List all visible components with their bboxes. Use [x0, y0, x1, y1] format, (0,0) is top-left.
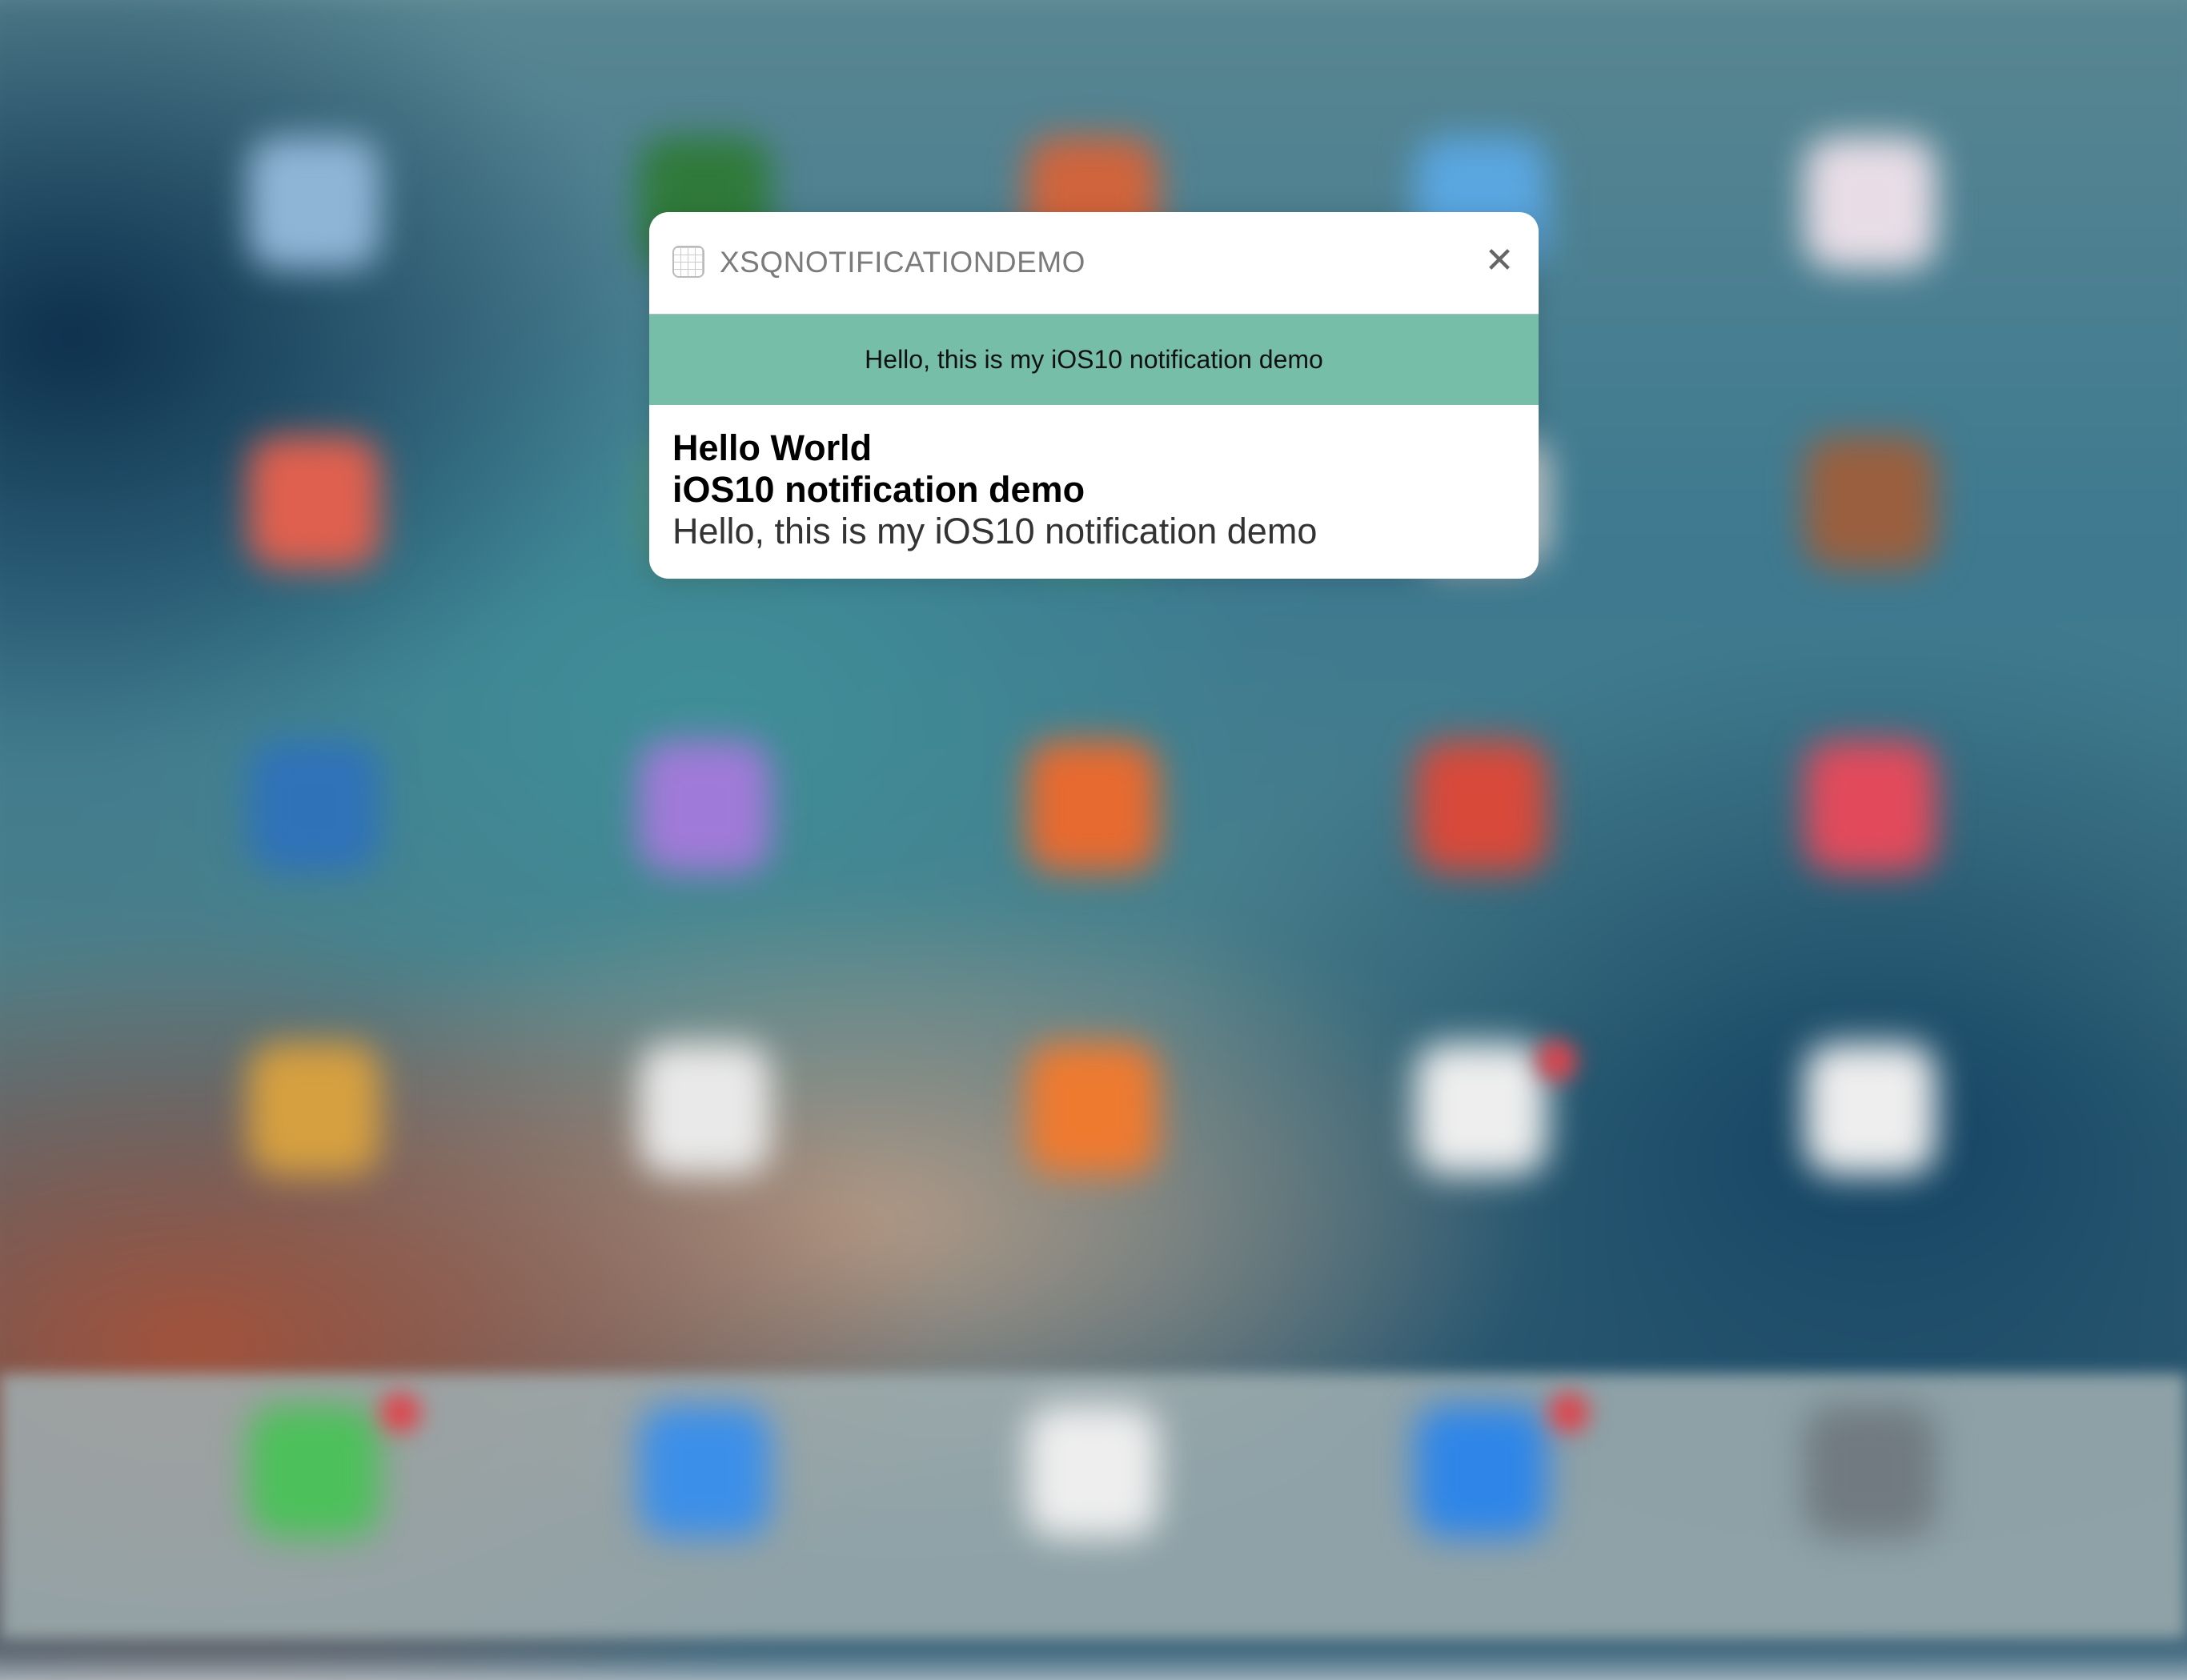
app-icon	[248, 740, 380, 872]
notification-header: XSQNOTIFICATIONDEMO ✕	[649, 212, 1539, 315]
app-icon	[1026, 1043, 1158, 1175]
grid-placeholder-icon	[672, 246, 704, 278]
app-icon	[1415, 740, 1547, 872]
close-x-icon[interactable]: ✕	[1479, 241, 1519, 281]
dock-app-icon	[248, 1405, 380, 1538]
notification-badge	[1549, 1393, 1589, 1433]
notification-badge	[1537, 1040, 1577, 1081]
notification-badge	[380, 1393, 420, 1433]
app-name: XSQNOTIFICATIONDEMO	[720, 246, 1085, 279]
app-icon	[1026, 740, 1158, 872]
notification-card[interactable]: XSQNOTIFICATIONDEMO ✕ Hello, this is my …	[649, 212, 1539, 579]
app-icon	[1415, 1043, 1547, 1175]
app-icon	[1804, 436, 1936, 568]
banner-text: Hello, this is my iOS10 notification dem…	[865, 345, 1323, 374]
dock-app-icon	[639, 1405, 771, 1538]
dock-app-icon	[1804, 1405, 1936, 1538]
app-icon	[639, 740, 771, 872]
app-icon	[1804, 1043, 1936, 1175]
app-icon	[248, 436, 380, 568]
app-icon	[248, 1043, 380, 1175]
app-icon	[1804, 740, 1936, 872]
notification-title: Hello World	[672, 427, 873, 468]
dock-app-icon	[1415, 1405, 1547, 1538]
notification-subtitle: iOS10 notification demo	[672, 469, 1085, 510]
app-icon	[639, 1043, 771, 1175]
notification-message: Hello, this is my iOS10 notification dem…	[672, 511, 1318, 551]
notification-body: Hello World iOS10 notification demo Hell…	[649, 405, 1539, 552]
app-icon	[248, 137, 380, 269]
dock-app-icon	[1026, 1405, 1158, 1538]
notification-content-banner: Hello, this is my iOS10 notification dem…	[649, 315, 1539, 405]
app-icon	[1804, 137, 1936, 269]
